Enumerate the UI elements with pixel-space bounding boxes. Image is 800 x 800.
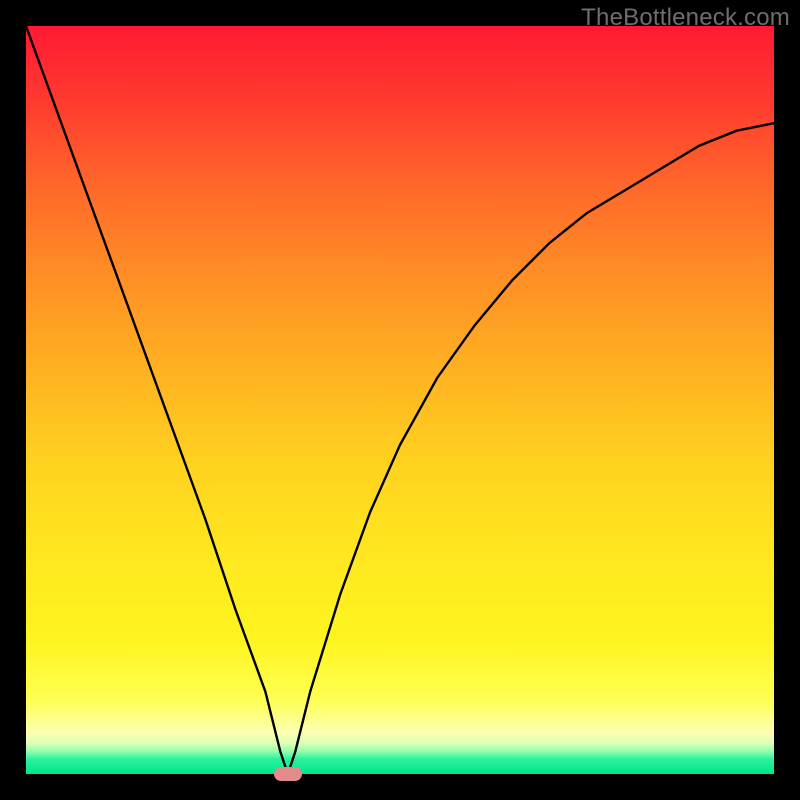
- watermark-text: TheBottleneck.com: [581, 4, 790, 32]
- chart-plot-area: [26, 26, 774, 774]
- optimum-marker: [274, 767, 302, 781]
- bottleneck-curve: [26, 26, 774, 774]
